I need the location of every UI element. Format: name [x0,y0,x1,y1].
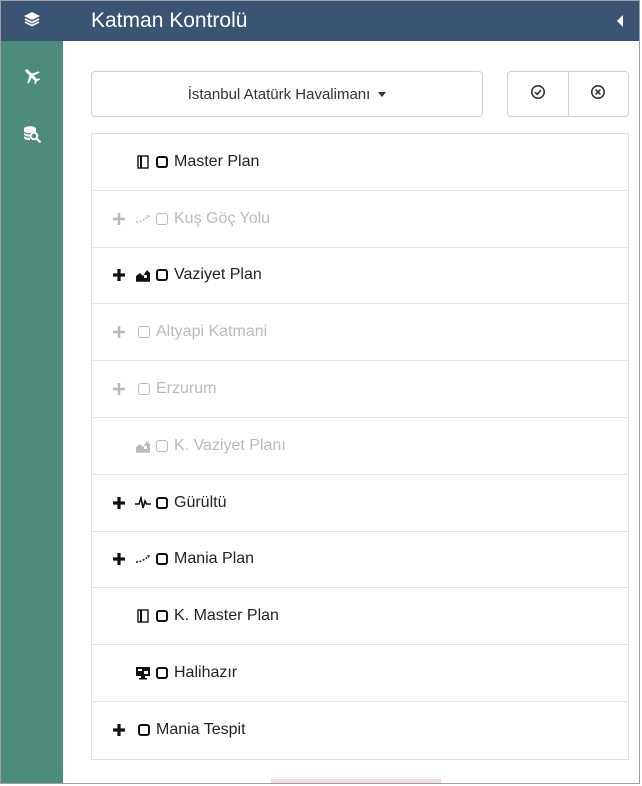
x-circle-icon [590,84,606,105]
layer-row: Altyapi Katmani [92,304,628,362]
area-chart-icon [134,268,152,283]
layer-checkbox[interactable] [156,212,168,225]
layer-row: Halihazır [92,645,628,702]
layer-label: K. Vaziyet Planı [174,436,286,454]
expand-plus-icon[interactable] [108,552,130,566]
layer-checkbox[interactable] [156,553,168,566]
layer-label: Mania Tespit [156,721,246,739]
monitor-icon [134,666,152,680]
database-search-icon [23,125,41,148]
layer-row: Vaziyet Plan [92,248,628,305]
layer-label: Kuş Göç Yolu [174,209,271,227]
panel-header: Katman Kontrolü [63,1,639,41]
flight-path-icon [134,214,152,224]
airport-dropdown-value: İstanbul Atatürk Havalimanı [187,85,371,103]
layer-row: Mania Tespit [92,702,628,759]
caret-left-icon [617,15,623,27]
caret-down-icon [378,91,387,97]
layer-label: Altyapi Katmani [156,323,268,341]
layer-checkbox[interactable] [156,667,168,680]
layers-icon [23,11,41,32]
layer-checkbox[interactable] [156,610,168,623]
layer-checkbox[interactable] [156,439,168,452]
layer-label: Gürültü [174,493,227,511]
plane-icon [22,66,42,91]
select-all-button[interactable] [508,72,568,116]
expand-plus-icon[interactable] [108,325,130,339]
collapse-panel-button[interactable] [615,13,625,29]
layer-label: Vaziyet Plan [174,266,262,284]
layer-checkbox[interactable] [156,269,168,282]
expand-plus-icon[interactable] [108,496,130,510]
panel-title: Katman Kontrolü [91,9,248,32]
layer-row: Kuş Göç Yolu [92,191,628,248]
sidebar [1,1,63,783]
area-chart-icon [134,439,152,453]
map-background-peek [271,779,441,783]
layer-row: Mania Plan [92,532,628,589]
layer-row: Master Plan [92,134,628,191]
layer-row: K. Master Plan [92,588,628,646]
layer-label: Erzurum [156,380,217,398]
clear-all-button[interactable] [567,72,629,116]
layer-list: Master Plan Kuş Göç Yolu Vaziyet Plan Altya… [91,133,629,760]
document-icon [134,155,152,169]
expand-plus-icon[interactable] [108,723,130,737]
sidebar-item-flights[interactable] [1,61,63,95]
airport-dropdown[interactable]: İstanbul Atatürk Havalimanı [91,71,483,117]
layer-label: Halihazır [174,664,238,682]
layer-label: Master Plan [174,152,260,170]
layer-label: K. Master Plan [174,607,279,625]
expand-plus-icon[interactable] [108,212,130,226]
bulk-action-group [507,71,629,117]
sidebar-item-database-query[interactable] [1,119,63,153]
flight-path-icon [134,554,152,564]
document-icon [134,609,152,623]
layer-row: Gürültü [92,475,628,532]
expand-plus-icon[interactable] [108,382,130,396]
layer-row: K. Vaziyet Planı [92,418,628,475]
layer-checkbox[interactable] [156,155,168,168]
expand-plus-icon[interactable] [108,268,130,282]
layer-checkbox[interactable] [138,724,150,737]
layer-label: Mania Plan [174,550,255,568]
pulse-icon [134,495,152,510]
layer-checkbox[interactable] [138,326,150,339]
sidebar-item-layers[interactable] [1,1,63,41]
layer-checkbox[interactable] [138,383,150,396]
layer-control-window: Katman Kontrolü İstanbul Atatürk Havalim… [0,0,640,784]
layer-checkbox[interactable] [156,496,168,509]
layer-row: Erzurum [92,361,628,418]
check-circle-icon [530,84,546,105]
